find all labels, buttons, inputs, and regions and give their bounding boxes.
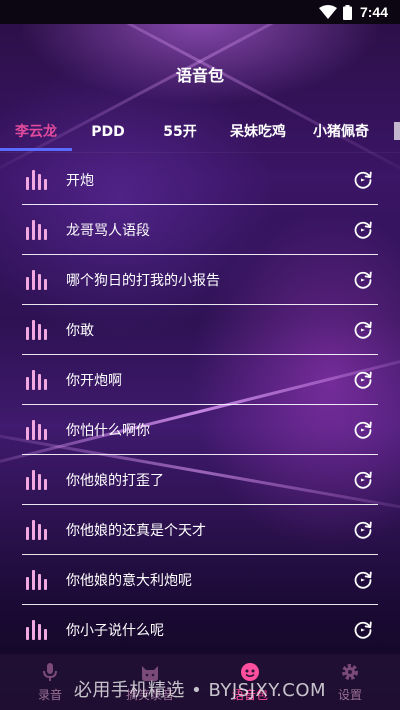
list-item-label: 你他娘的意大利炮呢 [66, 572, 192, 589]
list-item[interactable]: 开炮 [22, 155, 378, 205]
nav-record[interactable]: 录音 [0, 654, 100, 710]
voice-list: 开炮龙哥骂人语段哪个狗日的打我的小报告 你敢你开炮啊你怕什么啊你 你他娘的打歪了你他… [22, 155, 378, 655]
nav-settings[interactable]: 设置 [300, 654, 400, 710]
tab-pdd[interactable]: PDD [72, 114, 144, 150]
list-item-label: 你开炮啊 [66, 372, 122, 389]
microphone-icon [43, 662, 57, 681]
replay-icon[interactable] [352, 319, 374, 341]
replay-icon[interactable] [352, 519, 374, 541]
list-item-label: 你他娘的还真是个天才 [66, 522, 206, 539]
audio-bars-icon [26, 169, 52, 190]
nav-voicepack-label: 语音包 [231, 687, 268, 702]
gear-icon [342, 663, 358, 680]
replay-icon[interactable] [352, 219, 374, 241]
audio-bars-icon [26, 369, 52, 390]
bottom-navigation: 录音 搞笑录音 语音包 设置 [0, 654, 400, 710]
audio-bars-icon [26, 569, 52, 590]
audio-bars-icon [26, 269, 52, 290]
list-item-label: 你怕什么啊你 [66, 422, 150, 439]
audio-bars-icon [26, 419, 52, 440]
list-item-label: 开炮 [66, 172, 94, 189]
list-item[interactable]: 你怕什么啊你 [22, 405, 378, 455]
audio-bars-icon [26, 319, 52, 340]
replay-icon[interactable] [352, 619, 374, 641]
list-item-label: 你他娘的打歪了 [66, 472, 164, 489]
nav-funny[interactable]: 搞笑录音 [100, 654, 200, 710]
list-item[interactable]: 哪个狗日的打我的小报告 [22, 255, 378, 305]
tab-bar: 李云龙 PDD 55开 呆妹吃鸡 小猪佩奇 [0, 112, 400, 153]
tab-peppa[interactable]: 小猪佩奇 [300, 114, 382, 150]
replay-icon[interactable] [352, 269, 374, 291]
tab-55kai[interactable]: 55开 [144, 114, 216, 150]
tab-overflow-indicator [394, 122, 400, 140]
audio-bars-icon [26, 219, 52, 240]
replay-icon[interactable] [352, 419, 374, 441]
cat-icon [142, 665, 158, 681]
page-title: 语音包 [175, 66, 224, 85]
wifi-icon [318, 5, 337, 19]
tab-li-yunlong[interactable]: 李云龙 [0, 114, 72, 150]
list-item[interactable]: 龙哥骂人语段 [22, 205, 378, 255]
status-time: 7:44 [359, 4, 388, 20]
list-item[interactable]: 你他娘的还真是个天才 [22, 505, 378, 555]
audio-bars-icon [26, 469, 52, 490]
nav-settings-label: 设置 [337, 687, 362, 702]
list-item-label: 你敢 [66, 322, 94, 339]
nav-funny-label: 搞笑录音 [125, 687, 174, 702]
audio-bars-icon [26, 519, 52, 540]
list-item-label: 龙哥骂人语段 [66, 222, 150, 239]
smiley-icon [241, 662, 259, 681]
active-tab-indicator [0, 148, 72, 151]
list-item[interactable]: 你小子说什么呢 [22, 605, 378, 655]
list-item[interactable]: 你敢 [22, 305, 378, 355]
status-bar: 7:44 [0, 0, 400, 24]
replay-icon[interactable] [352, 469, 374, 491]
replay-icon[interactable] [352, 369, 374, 391]
tab-daimei[interactable]: 呆妹吃鸡 [216, 114, 300, 150]
list-item[interactable]: 你他娘的打歪了 [22, 455, 378, 505]
nav-voicepack[interactable]: 语音包 [200, 654, 300, 710]
replay-icon[interactable] [352, 169, 374, 191]
replay-icon[interactable] [352, 569, 374, 591]
list-item[interactable]: 你他娘的意大利炮呢 [22, 555, 378, 605]
list-item-label: 你小子说什么呢 [66, 623, 164, 639]
list-item[interactable]: 你开炮啊 [22, 355, 378, 405]
battery-icon [342, 4, 352, 20]
audio-bars-icon [26, 620, 52, 640]
nav-record-label: 录音 [37, 687, 62, 702]
list-item-label: 哪个狗日的打我的小报告 [66, 272, 220, 289]
